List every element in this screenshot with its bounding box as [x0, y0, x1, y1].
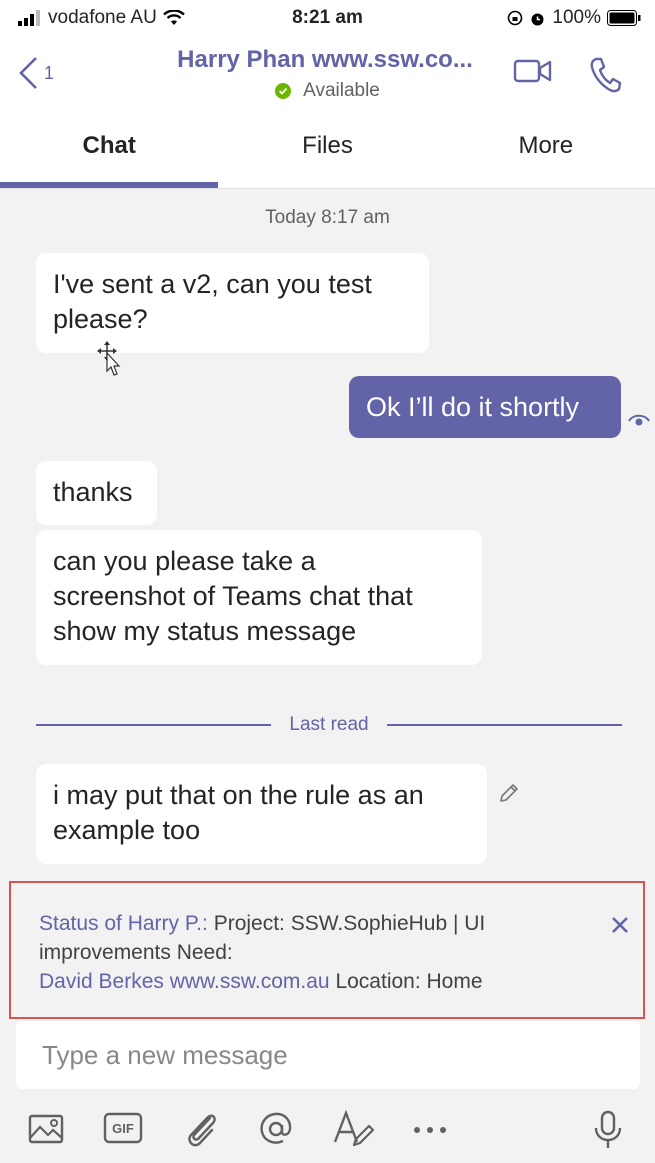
status-text-1: Project: SSW.SophieHub | UI [207, 912, 486, 935]
audio-call-button[interactable] [588, 56, 622, 99]
tab-files[interactable]: Files [218, 126, 436, 188]
message-line: show my status message [53, 616, 357, 646]
voice-message-button[interactable] [590, 1108, 626, 1157]
message-composer [16, 1021, 640, 1089]
move-cursor-icon [97, 341, 121, 376]
more-options-button[interactable] [410, 1108, 450, 1155]
status-bar: vodafone AU 8:21 am 100% [0, 0, 655, 36]
message-line: I've sent a v2, can you test [53, 269, 372, 299]
gif-button[interactable]: GIF [102, 1108, 144, 1153]
tab-chat[interactable]: Chat [0, 126, 219, 188]
microphone-icon [594, 1110, 622, 1148]
gif-icon: GIF [103, 1112, 143, 1144]
available-icon [275, 83, 292, 99]
image-button[interactable] [26, 1108, 66, 1153]
message-line: i may put that on the rule as an [53, 780, 424, 810]
message-line: screenshot of Teams chat that [53, 581, 413, 611]
svg-text:GIF: GIF [112, 1121, 134, 1136]
message-input[interactable] [16, 1021, 640, 1089]
orientation-lock-icon [508, 10, 523, 26]
status-message-text-end: David Berkes www.ssw.com.au Location: Ho… [39, 967, 619, 996]
message-bubble[interactable]: I've sent a v2, can you test please? [36, 253, 429, 353]
presence-label: Available [303, 80, 380, 101]
status-message-banner: Status of Harry P.: Project: SSW.SophieH… [9, 881, 645, 1019]
message-bubble[interactable]: thanks [36, 461, 157, 525]
message-line: example too [53, 815, 201, 845]
compose-toolbar: GIF [0, 1100, 655, 1163]
message-bubble[interactable]: can you please take a screenshot of Team… [36, 530, 482, 665]
chat-timestamp: Today 8:17 am [265, 207, 390, 228]
tab-bar: Chat Files More [0, 126, 655, 188]
battery-icon [607, 10, 641, 26]
attach-icon [188, 1114, 216, 1147]
close-icon [612, 917, 628, 933]
mention-button[interactable] [256, 1108, 296, 1155]
status-bar-right: 100% [507, 7, 641, 29]
image-icon [28, 1114, 64, 1144]
dismiss-status-button[interactable] [611, 913, 629, 942]
format-button[interactable] [332, 1108, 376, 1155]
chat-header: 1 Harry Phan www.ssw.co... Available Cha… [0, 36, 655, 189]
message-bubble[interactable]: i may put that on the rule as an example… [36, 764, 487, 864]
last-read-label: Last read [289, 714, 369, 735]
message-line: can you please take a [53, 546, 316, 576]
more-icon [414, 1127, 446, 1133]
alarm-icon [531, 13, 544, 25]
tab-more[interactable]: More [437, 126, 655, 188]
format-icon [333, 1109, 375, 1147]
phone-icon [590, 57, 622, 93]
video-camera-icon [513, 59, 552, 83]
contact-name[interactable]: Harry Phan www.ssw.co... [150, 46, 500, 74]
status-mention[interactable]: David Berkes www.ssw.com.au [39, 970, 330, 993]
video-call-button[interactable] [513, 56, 553, 91]
presence-status: Available [0, 80, 655, 102]
message-line: Ok I’ll do it shortly [366, 392, 580, 422]
status-message-text: Status of Harry P.: Project: SSW.SophieH… [39, 909, 619, 938]
status-text-2: improvements Need: [39, 941, 233, 964]
my-message-bubble[interactable]: Ok I’ll do it shortly [349, 376, 621, 438]
mention-icon [260, 1112, 292, 1144]
status-prefix: Status of Harry P.: [39, 912, 208, 935]
attach-button[interactable] [182, 1108, 222, 1155]
divider-line [36, 724, 272, 726]
read-receipt-icon [628, 414, 650, 426]
status-text-3: Location: Home [329, 970, 483, 993]
last-read-divider: Last read [36, 712, 623, 738]
divider-line [386, 724, 623, 726]
message-line: thanks [53, 477, 133, 507]
edited-pencil-icon [500, 784, 518, 802]
battery-percent: 100% [552, 7, 601, 28]
message-line: please? [53, 304, 148, 334]
